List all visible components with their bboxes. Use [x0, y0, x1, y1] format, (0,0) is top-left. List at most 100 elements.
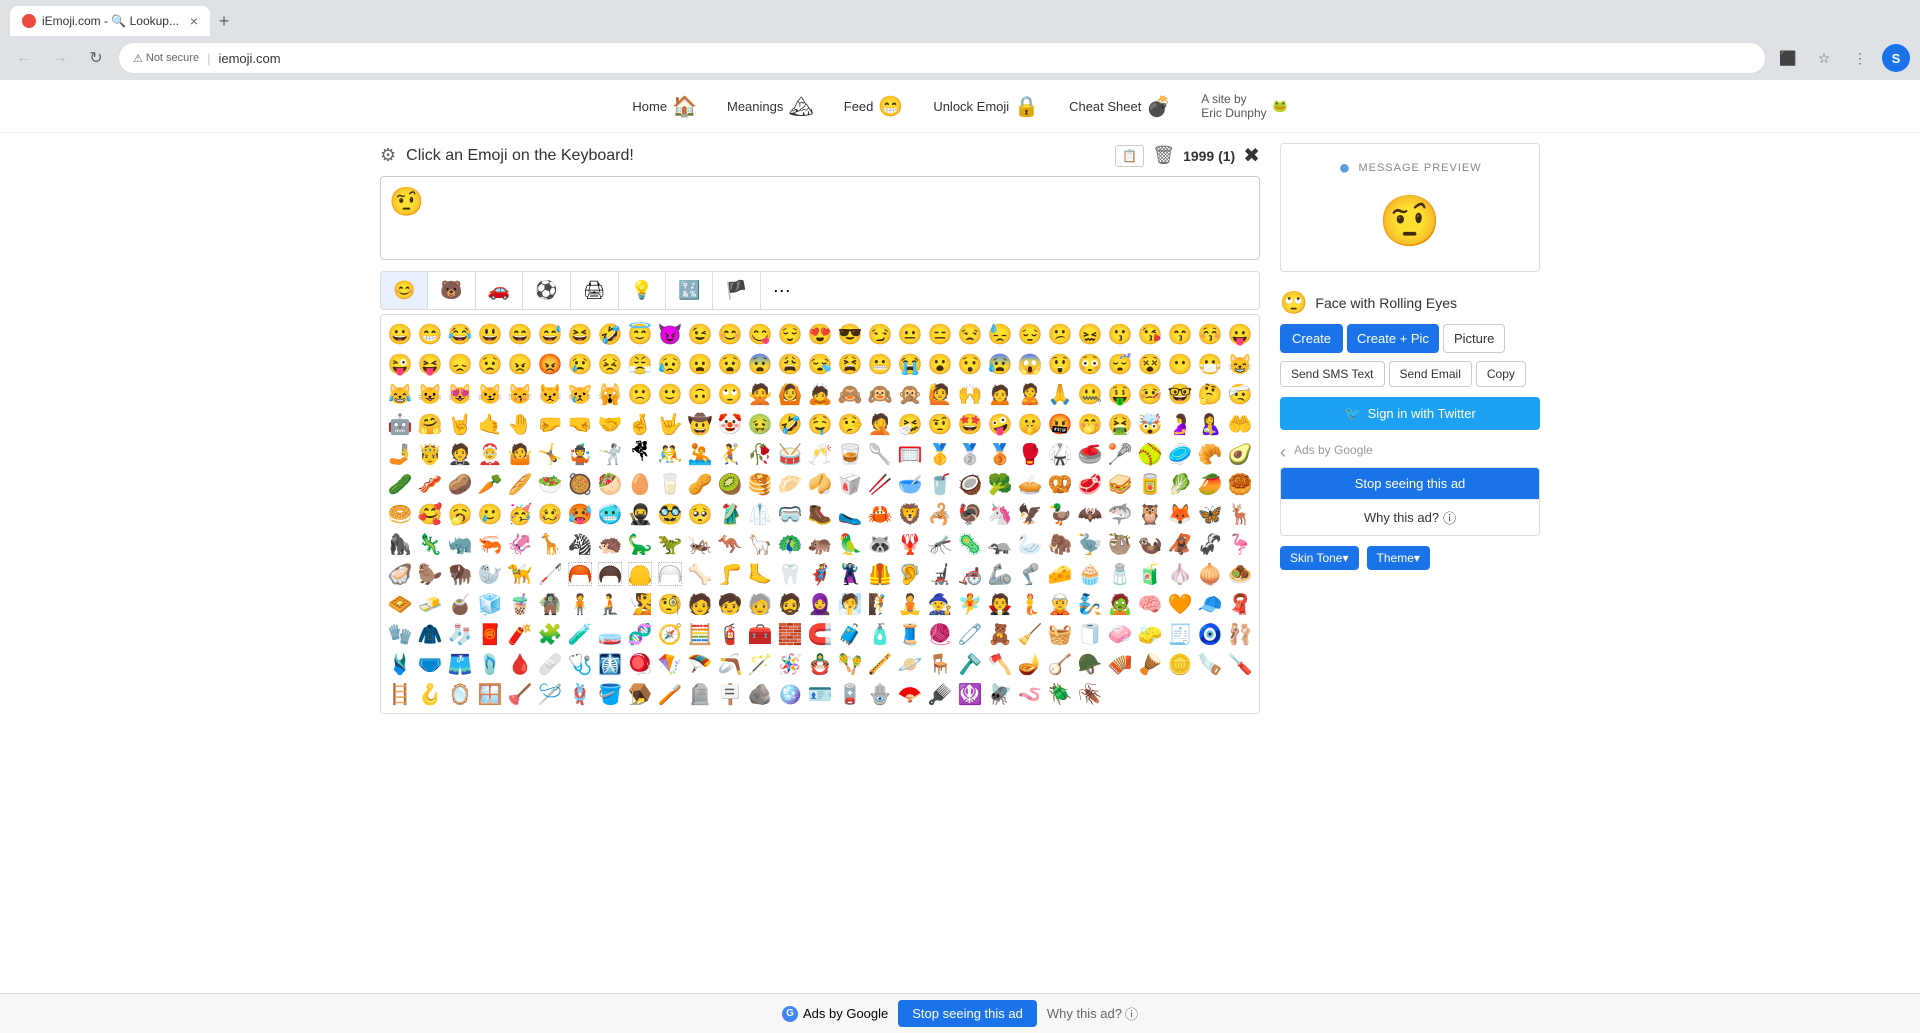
emoji-cell[interactable]: 🥏 [1165, 439, 1195, 469]
emoji-cell[interactable]: 🦪 [385, 559, 415, 589]
emoji-cell[interactable]: 🦱 [595, 559, 625, 589]
why-this-ad-button[interactable]: Why this ad? ⓘ [1281, 499, 1539, 535]
emoji-cell[interactable]: 🧿 [1195, 619, 1225, 649]
emoji-cell[interactable]: 😌 [775, 319, 805, 349]
emoji-cell[interactable]: 🧘 [895, 589, 925, 619]
emoji-cell[interactable]: 😐 [895, 319, 925, 349]
emoji-cell[interactable]: 🥳 [505, 499, 535, 529]
emoji-cell[interactable]: 🥜 [685, 469, 715, 499]
emoji-cell[interactable]: 🦑 [505, 529, 535, 559]
emoji-cell[interactable]: 🦠 [955, 529, 985, 559]
emoji-cell[interactable]: 😖 [1075, 319, 1105, 349]
emoji-cell[interactable]: 🩳 [445, 649, 475, 679]
emoji-cell[interactable]: 😆 [565, 319, 595, 349]
emoji-cell[interactable]: 🦓 [565, 529, 595, 559]
reload-button[interactable]: ↻ [82, 44, 110, 72]
emoji-cell[interactable]: 😫 [835, 349, 865, 379]
emoji-cell[interactable]: 🤺 [595, 439, 625, 469]
emoji-cell[interactable]: 🤙 [475, 409, 505, 439]
emoji-cell[interactable]: 😊 [715, 319, 745, 349]
emoji-cell[interactable]: 😃 [475, 319, 505, 349]
settings-icon[interactable]: ⚙ [380, 145, 396, 166]
emoji-cell[interactable]: 🥨 [1045, 469, 1075, 499]
emoji-cell[interactable]: 🧨 [505, 619, 535, 649]
emoji-cell[interactable]: 🤐 [1075, 379, 1105, 409]
emoji-cell[interactable]: 😲 [1045, 349, 1075, 379]
emoji-cell[interactable]: 🥲 [475, 499, 505, 529]
emoji-cell[interactable]: 🤣 [775, 409, 805, 439]
copy-small-button[interactable]: 📋 [1115, 145, 1144, 167]
emoji-cell[interactable]: 🤱 [1195, 409, 1225, 439]
emoji-cell[interactable]: 🧕 [805, 589, 835, 619]
emoji-cell[interactable]: 🧞 [1075, 589, 1105, 619]
nav-home[interactable]: Home 🏠 [632, 94, 697, 119]
emoji-cell[interactable]: 🙃 [685, 379, 715, 409]
emoji-cell[interactable]: 🧸 [985, 619, 1015, 649]
tab-transport[interactable]: 🚗 [476, 272, 523, 309]
emoji-cell[interactable]: 😗 [1105, 319, 1135, 349]
emoji-cell[interactable]: 🦻 [895, 559, 925, 589]
emoji-cell[interactable]: 🧖 [835, 589, 865, 619]
emoji-cell[interactable]: 🤻 [625, 439, 655, 469]
emoji-cell[interactable]: 🪅 [775, 649, 805, 679]
tab-flags[interactable]: 🏴 [713, 272, 760, 309]
emoji-cell[interactable]: 🩰 [1225, 619, 1255, 649]
emoji-cell[interactable]: 🙂 [655, 379, 685, 409]
emoji-cell[interactable]: 🧮 [685, 619, 715, 649]
emoji-cell[interactable]: 🥵 [565, 499, 595, 529]
emoji-cell[interactable]: 😨 [745, 349, 775, 379]
emoji-cell[interactable]: 🥕 [475, 469, 505, 499]
emoji-cell[interactable]: 😹 [385, 379, 415, 409]
emoji-cell[interactable]: 🦵 [715, 559, 745, 589]
twitter-signin-button[interactable]: 🐦 Sign in with Twitter [1280, 397, 1540, 430]
emoji-cell[interactable]: 🪬 [865, 679, 895, 709]
emoji-cell[interactable]: 🧬 [625, 619, 655, 649]
emoji-cell[interactable]: 🤝 [595, 409, 625, 439]
emoji-cell[interactable]: 🦐 [475, 529, 505, 559]
emoji-cell[interactable]: 🦗 [685, 529, 715, 559]
emoji-cell[interactable]: 🙉 [865, 379, 895, 409]
emoji-cell[interactable]: 🧏 [625, 589, 655, 619]
emoji-cell[interactable]: 🥊 [1015, 439, 1045, 469]
emoji-cell[interactable]: 🤛 [535, 409, 565, 439]
emoji-cell[interactable]: 🦞 [895, 529, 925, 559]
emoji-cell[interactable]: 🙊 [895, 379, 925, 409]
tab-objects[interactable]: 🖨 [571, 272, 619, 309]
emoji-cell[interactable]: 🦲 [625, 559, 655, 589]
emoji-cell[interactable]: 🥑 [1225, 439, 1255, 469]
emoji-cell[interactable]: 😴 [1105, 349, 1135, 379]
active-tab[interactable]: iEmoji.com - 🔍 Lookup... × [10, 6, 210, 36]
emoji-cell[interactable]: 🪜 [385, 679, 415, 709]
emoji-cell[interactable]: 🧤 [385, 619, 415, 649]
emoji-cell[interactable]: 🧍 [565, 589, 595, 619]
close-button[interactable]: ✖ [1243, 143, 1260, 168]
emoji-cell[interactable]: 😜 [385, 349, 415, 379]
emoji-cell[interactable]: 🪇 [835, 649, 865, 679]
emoji-cell[interactable]: 🧵 [895, 619, 925, 649]
emoji-cell[interactable]: 🤪 [985, 409, 1015, 439]
emoji-cell[interactable]: 😬 [865, 349, 895, 379]
emoji-cell[interactable]: 🧈 [415, 589, 445, 619]
chrome-menu-button[interactable]: ⋮ [1846, 44, 1874, 72]
emoji-cell[interactable]: 🥫 [1135, 469, 1165, 499]
emoji-cell[interactable]: 😰 [985, 349, 1015, 379]
nav-unlock[interactable]: Unlock Emoji 🔒 [933, 94, 1039, 119]
emoji-cell[interactable]: 🥁 [775, 439, 805, 469]
emoji-cell[interactable]: 🤔 [1195, 379, 1225, 409]
emoji-cell[interactable]: 🪞 [445, 679, 475, 709]
emoji-cell[interactable]: 🧱 [775, 619, 805, 649]
emoji-cell[interactable]: 🪥 [655, 679, 685, 709]
emoji-cell[interactable]: 🦼 [925, 559, 955, 589]
emoji-cell[interactable]: 😞 [445, 349, 475, 379]
emoji-cell[interactable]: 🤘 [445, 409, 475, 439]
emoji-cell[interactable]: 🦺 [865, 559, 895, 589]
emoji-cell[interactable]: 🧟 [1105, 589, 1135, 619]
stop-seeing-ad-button[interactable]: Stop seeing this ad [1281, 468, 1539, 499]
emoji-cell[interactable]: 🧃 [1135, 559, 1165, 589]
emoji-cell[interactable]: 🧉 [445, 589, 475, 619]
emoji-cell[interactable]: 🦛 [805, 529, 835, 559]
emoji-cell[interactable]: 🥐 [1195, 439, 1225, 469]
emoji-cell[interactable]: 🥷 [625, 499, 655, 529]
emoji-cell[interactable]: 😥 [655, 349, 685, 379]
emoji-cell[interactable]: 🧧 [475, 619, 505, 649]
